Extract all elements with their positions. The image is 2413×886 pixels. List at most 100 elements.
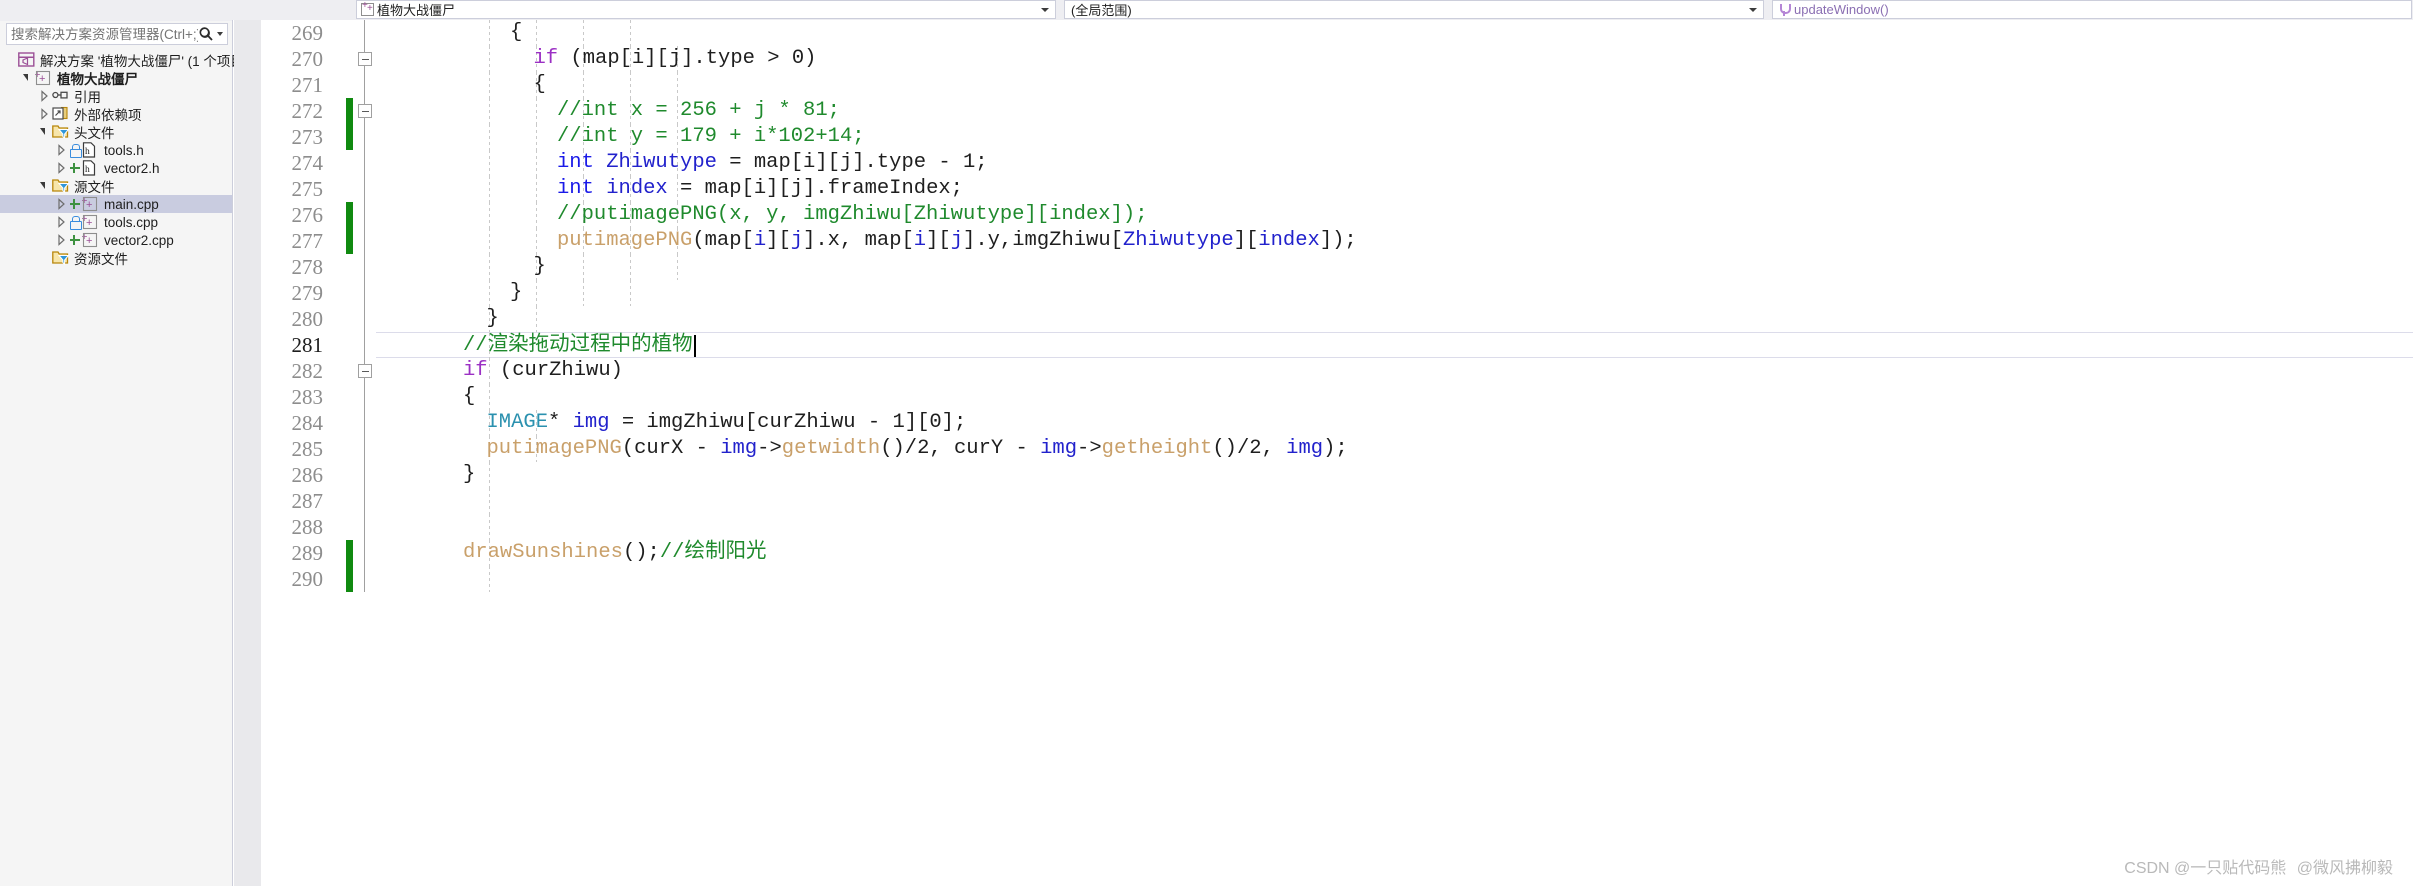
- indent-guide: [489, 176, 490, 202]
- code-tokens: {: [510, 20, 522, 46]
- svg-text:+: +: [39, 73, 45, 85]
- code-line-content[interactable]: putimagePNG(curX - img->getwidth()/2, cu…: [376, 436, 2413, 462]
- expander-closed-icon[interactable]: [55, 214, 69, 230]
- tree-item-label: vector2.h: [104, 160, 160, 176]
- line-number: 270: [291, 47, 324, 71]
- search-dropdown-icon[interactable]: [217, 32, 223, 36]
- editor-line[interactable]: 287: [234, 488, 2413, 514]
- editor-line[interactable]: 272 //int x = 256 + j * 81;: [234, 98, 2413, 124]
- expander-closed-icon[interactable]: [55, 142, 69, 158]
- scope-selector-dropdown[interactable]: (全局范围): [1064, 0, 1764, 19]
- lock-icon: [69, 144, 82, 158]
- code-tokens: putimagePNG(curX - img->getwidth()/2, cu…: [487, 436, 1348, 462]
- tree-item--[interactable]: 资源文件: [0, 249, 232, 267]
- code-line-content[interactable]: [376, 566, 2413, 592]
- code-line-content[interactable]: //渲染拖动过程中的植物: [376, 332, 2413, 359]
- line-number: 286: [291, 463, 324, 487]
- code-token: {: [533, 73, 546, 96]
- editor-line[interactable]: 281 //渲染拖动过程中的植物: [234, 332, 2413, 359]
- editor-line[interactable]: 284 IMAGE* img = imgZhiwu[curZhiwu - 1][0…: [234, 410, 2413, 436]
- search-icon[interactable]: [198, 26, 214, 42]
- code-line-content[interactable]: //int x = 256 + j * 81;: [376, 98, 2413, 124]
- editor-line[interactable]: 270 if (map[i][j].type > 0): [234, 46, 2413, 72]
- expander-open-icon[interactable]: [38, 124, 52, 140]
- tree-item-vector2.cpp[interactable]: + + vector2.cpp: [0, 231, 232, 249]
- code-editor[interactable]: 269 {270 if (map[i][j].type > 0) 271 {272 //i…: [234, 20, 2413, 886]
- code-line-content[interactable]: //int y = 179 + i*102+14;: [376, 124, 2413, 150]
- code-line-content[interactable]: int Zhiwutype = map[i][j].type - 1;: [376, 150, 2413, 176]
- code-line-content[interactable]: int index = map[i][j].frameIndex;: [376, 176, 2413, 202]
- code-line-content[interactable]: IMAGE* img = imgZhiwu[curZhiwu - 1][0];: [376, 410, 2413, 436]
- tree-item--[interactable]: 引用: [0, 87, 232, 105]
- line-number: 283: [291, 385, 324, 409]
- tree-item-tools.h[interactable]: h tools.h: [0, 141, 232, 159]
- code-token: i: [913, 229, 927, 252]
- code-line-content[interactable]: {: [376, 20, 2413, 46]
- code-line-content[interactable]: }: [376, 280, 2413, 306]
- editor-line[interactable]: 273 //int y = 179 + i*102+14;: [234, 124, 2413, 150]
- expander-closed-icon[interactable]: [55, 196, 69, 212]
- editor-line[interactable]: 286}: [234, 462, 2413, 488]
- tree-item--[interactable]: 头文件: [0, 123, 232, 141]
- expander-closed-icon[interactable]: [55, 232, 69, 248]
- editor-line[interactable]: 274 int Zhiwutype = map[i][j].type - 1;: [234, 150, 2413, 176]
- editor-line[interactable]: 279}: [234, 280, 2413, 306]
- tree-item--[interactable]: + + 植物大战僵尸: [0, 69, 232, 87]
- editor-line[interactable]: 283 {: [234, 384, 2413, 410]
- editor-line[interactable]: 271 {: [234, 72, 2413, 98]
- collapse-region-icon[interactable]: [358, 364, 372, 378]
- tree-item-vector2.h[interactable]: h vector2.h: [0, 159, 232, 177]
- expander-open-icon[interactable]: [38, 178, 52, 194]
- expander-closed-icon[interactable]: [55, 160, 69, 176]
- chevron-down-icon[interactable]: [1041, 7, 1049, 12]
- expander-closed-icon[interactable]: [38, 106, 52, 122]
- code-line-content[interactable]: }: [376, 254, 2413, 280]
- code-line-content[interactable]: }: [376, 462, 2413, 488]
- expander-closed-icon[interactable]: [38, 88, 52, 104]
- editor-line[interactable]: 276 //putimagePNG(x, y, imgZhiwu[Zhiwutyp…: [234, 202, 2413, 228]
- code-line-content[interactable]: putimagePNG(map[i][j].x, map[i][j].y,img…: [376, 228, 2413, 254]
- editor-line[interactable]: 278}: [234, 254, 2413, 280]
- plus-icon: [69, 234, 80, 246]
- code-line-content[interactable]: {: [376, 72, 2413, 98]
- code-token: ->: [757, 437, 782, 460]
- tree-item--[interactable]: 外部依赖项: [0, 105, 232, 123]
- editor-line[interactable]: 282 if (curZhiwu): [234, 358, 2413, 384]
- code-line-content[interactable]: if (curZhiwu): [376, 358, 2413, 384]
- function-selector-dropdown[interactable]: updateWindow(): [1772, 0, 2412, 19]
- collapse-region-icon[interactable]: [358, 104, 372, 118]
- code-token: {: [463, 385, 476, 408]
- search-input[interactable]: [11, 26, 198, 42]
- code-line-content[interactable]: }: [376, 306, 2413, 332]
- indent-guide: [630, 72, 631, 98]
- editor-line[interactable]: 288: [234, 514, 2413, 540]
- indent-guide: [583, 254, 584, 280]
- code-line-content[interactable]: {: [376, 384, 2413, 410]
- code-line-content[interactable]: [376, 488, 2413, 514]
- code-line-content[interactable]: drawSunshines();//绘制阳光: [376, 540, 2413, 566]
- editor-line[interactable]: 275 int index = map[i][j].frameIndex;: [234, 176, 2413, 202]
- tree-item-tools.cpp[interactable]: + + tools.cpp: [0, 213, 232, 231]
- collapse-region-icon[interactable]: [358, 52, 372, 66]
- indent-guide: [536, 150, 537, 176]
- tree-item--[interactable]: 源文件: [0, 177, 232, 195]
- code-token: 0): [791, 47, 817, 70]
- editor-line[interactable]: 277 putimagePNG(map[i][j].x, map[i][j].y,…: [234, 228, 2413, 254]
- editor-line[interactable]: 280}: [234, 306, 2413, 332]
- editor-line[interactable]: 285 putimagePNG(curX - img->getwidth()/2,…: [234, 436, 2413, 462]
- editor-line[interactable]: 289 drawSunshines();//绘制阳光: [234, 540, 2413, 566]
- code-line-content[interactable]: [376, 514, 2413, 540]
- editor-line[interactable]: 290: [234, 566, 2413, 592]
- tree-item-label: 外部依赖项: [74, 108, 142, 123]
- chevron-down-icon[interactable]: [1749, 7, 1757, 12]
- code-line-content[interactable]: if (map[i][j].type > 0): [376, 46, 2413, 72]
- search-box[interactable]: [6, 23, 228, 45]
- code-line-content[interactable]: //putimagePNG(x, y, imgZhiwu[Zhiwutype][…: [376, 202, 2413, 228]
- tree-item-main.cpp[interactable]: + + main.cpp: [0, 195, 232, 213]
- change-marker: [346, 566, 353, 592]
- svg-text:h: h: [85, 147, 90, 157]
- project-selector-dropdown[interactable]: 植物大战僵尸: [356, 0, 1056, 19]
- editor-line[interactable]: 269 {: [234, 20, 2413, 46]
- tree-item--1-[interactable]: 解决方案 '植物大战僵尸' (1 个项目,: [0, 51, 248, 69]
- expander-open-icon[interactable]: [21, 70, 35, 86]
